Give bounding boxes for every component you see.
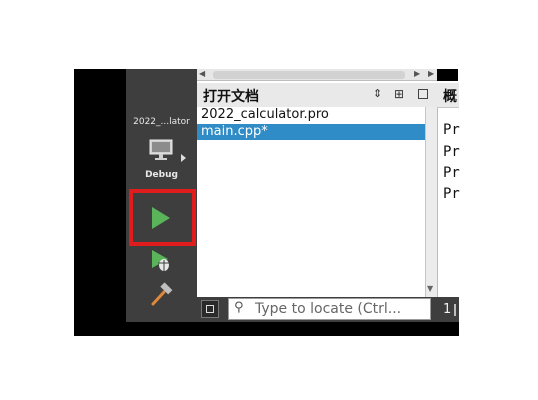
- editor-line: Pr: [443, 144, 460, 160]
- list-item-selected[interactable]: main.cpp*: [197, 124, 425, 140]
- pane-divider: [454, 304, 456, 316]
- sidebar-icon: [206, 305, 214, 313]
- editor-line: Pr: [443, 122, 460, 138]
- kit-name-label[interactable]: 2022_...lator: [126, 117, 197, 127]
- build-hammer-icon[interactable]: [148, 282, 174, 308]
- sort-updown-icon[interactable]: ⇕: [373, 87, 382, 100]
- editor-line: Pr: [443, 186, 460, 202]
- search-icon: ⚲: [234, 300, 244, 315]
- scroll-down-icon[interactable]: ▼: [427, 284, 433, 293]
- scroll-right-icon[interactable]: ▶: [428, 69, 434, 78]
- locator-placeholder: Type to locate (Ctrl...: [255, 301, 402, 317]
- split-panel-icon[interactable]: ⊞: [394, 87, 404, 101]
- run-highlight-box: [129, 189, 196, 246]
- debug-run-icon[interactable]: [149, 249, 175, 273]
- scrollbar-thumb[interactable]: [213, 71, 405, 79]
- editor-tab-title: 概: [443, 89, 457, 105]
- open-documents-title: 打开文档: [203, 89, 259, 105]
- issues-pane-button[interactable]: 1: [443, 302, 451, 317]
- scroll-left-icon[interactable]: ◀: [199, 69, 205, 78]
- list-item[interactable]: 2022_calculator.pro: [197, 107, 425, 123]
- build-config-label[interactable]: Debug: [126, 170, 197, 180]
- background-frame: [74, 69, 126, 336]
- chevron-right-icon[interactable]: [180, 148, 188, 162]
- editor-line: Pr: [443, 165, 460, 181]
- monitor-icon[interactable]: [149, 139, 173, 161]
- background-frame-bottom: [74, 322, 459, 336]
- close-panel-icon[interactable]: [418, 89, 428, 99]
- scroll-right-icon[interactable]: ▶: [414, 69, 420, 78]
